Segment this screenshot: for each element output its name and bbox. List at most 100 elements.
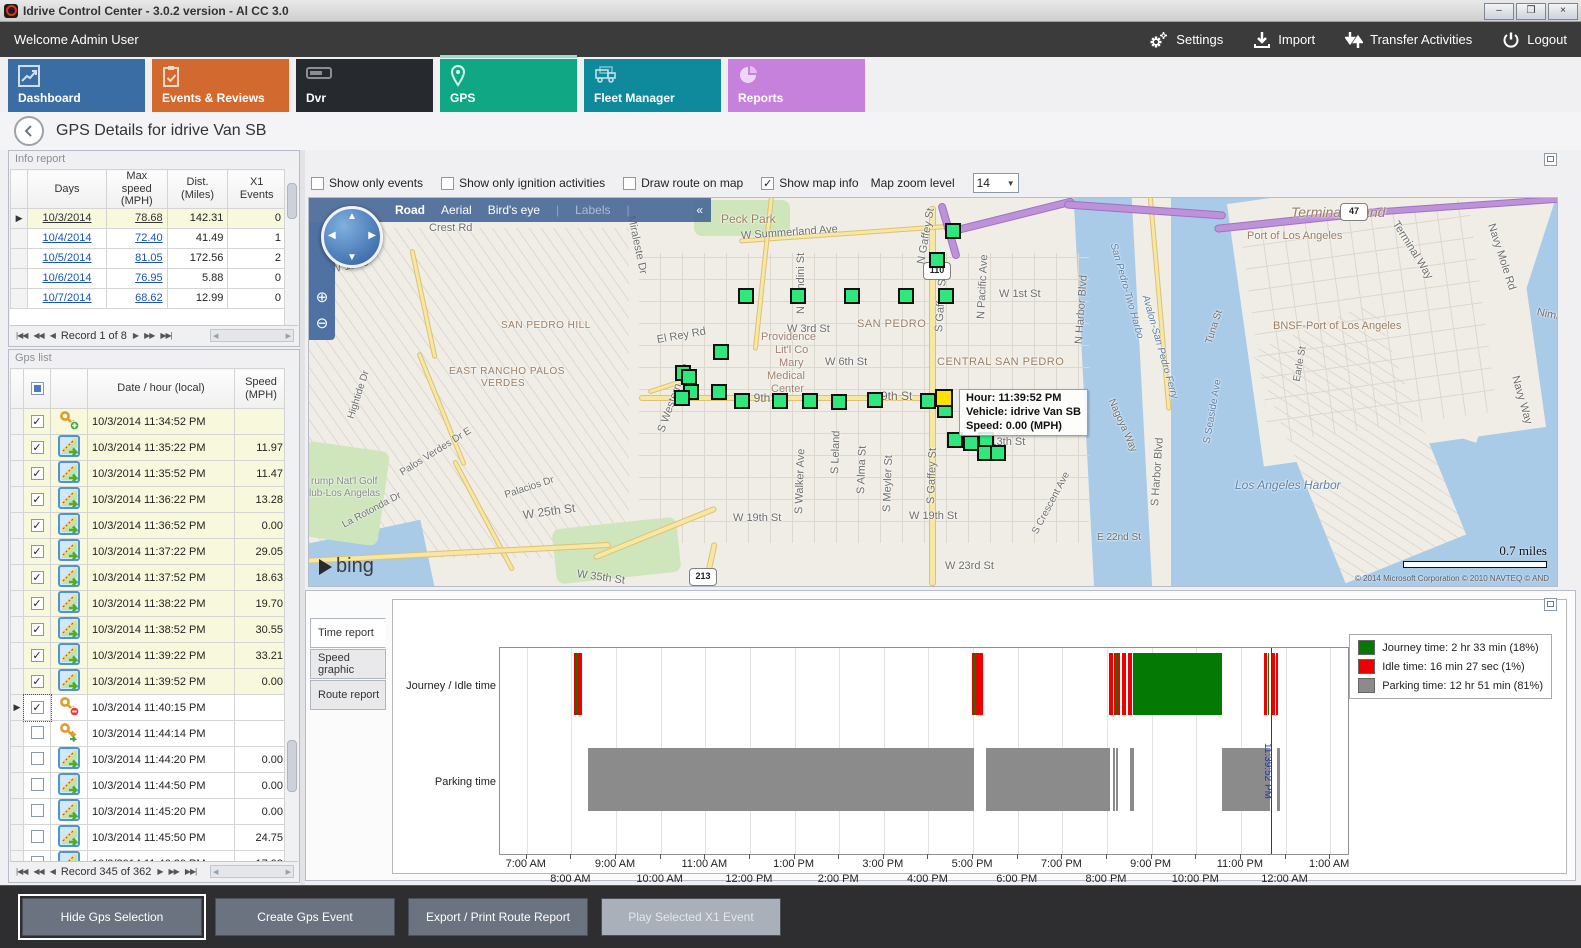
day-link[interactable]: 10/6/2014 [43, 272, 92, 284]
day-link[interactable]: 10/7/2014 [43, 292, 92, 304]
gps-marker[interactable] [844, 288, 860, 304]
gps-marker[interactable] [674, 390, 690, 406]
chart-tab-speed-graphic[interactable]: Speed graphic [310, 649, 386, 679]
pan-down-icon[interactable]: ▼ [347, 252, 357, 263]
tab-gps[interactable]: GPS [440, 59, 577, 112]
nav-next-icon[interactable]: ▶ [133, 331, 138, 340]
nav-prevpage-icon[interactable]: ◀◀ [33, 331, 43, 340]
nav-last-icon[interactable]: ▶▶| [160, 331, 171, 340]
bing-map[interactable]: Peck ParkW Summerland AveCrest RdMirales… [308, 197, 1558, 587]
gps-marker[interactable] [929, 252, 945, 268]
map-option-show-map-info[interactable]: ✓Show map info [761, 176, 858, 190]
topbar-action-transfer-activities[interactable]: Transfer Activities [1345, 30, 1472, 50]
pan-right-icon[interactable]: ▶ [368, 230, 376, 241]
gps-row-checkbox[interactable]: ✓ [31, 675, 44, 688]
map-option-show-only-events[interactable]: Show only events [311, 176, 423, 190]
pan-left-icon[interactable]: ◀ [328, 230, 336, 241]
gps-marker[interactable] [713, 344, 729, 360]
nav-nextpage-icon[interactable]: ▶▶ [144, 331, 154, 340]
gps-marker[interactable] [738, 288, 754, 304]
gps-list-hscroll[interactable]: ◀▶ [210, 865, 294, 878]
gps-marker[interactable] [802, 393, 818, 409]
collapse-chart-panel-button[interactable] [1544, 598, 1557, 611]
gps-marker[interactable] [681, 369, 697, 385]
gps-marker[interactable] [831, 394, 847, 410]
tab-dashboard[interactable]: Dashboard [8, 59, 145, 112]
map-view-labels[interactable]: Labels [575, 203, 610, 217]
topbar-action-import[interactable]: Import [1253, 31, 1315, 49]
play-selected-x1-event-button[interactable]: Play Selected X1 Event [601, 898, 781, 936]
gps-list-vscroll[interactable] [284, 368, 298, 862]
topbar-action-logout[interactable]: Logout [1502, 31, 1567, 49]
map-compass-control[interactable]: ▲ ▼ ◀ ▶ [321, 206, 383, 268]
gps-marker[interactable] [711, 384, 727, 400]
unchecked-checkbox[interactable] [623, 177, 636, 190]
tab-fleet-manager[interactable]: Fleet Manager [584, 59, 721, 112]
nav-first-icon[interactable]: |◀◀ [16, 331, 27, 340]
gps-marker[interactable] [938, 288, 954, 304]
tab-dvr[interactable]: Dvr [296, 59, 433, 112]
tab-events-reviews[interactable]: Events & Reviews [152, 59, 289, 112]
gps-row-checkbox[interactable]: ✓ [31, 571, 44, 584]
gps-row-checkbox[interactable]: ✓ [31, 519, 44, 532]
gps-row-checkbox[interactable]: ✓ [31, 441, 44, 454]
map-option-draw-route-on-map[interactable]: Draw route on map [623, 176, 743, 190]
zoom-in-icon[interactable]: ⊕ [312, 288, 332, 308]
gps-row-checkbox[interactable] [31, 726, 44, 739]
map-view-aerial[interactable]: Aerial [441, 203, 472, 217]
gps-row-checkbox[interactable]: ✓ [31, 467, 44, 480]
checked-checkbox[interactable]: ✓ [761, 177, 774, 190]
selected-gps-marker[interactable] [935, 389, 953, 407]
gps-marker[interactable] [945, 223, 961, 239]
gps-row-checkbox[interactable]: ✓ [31, 597, 44, 610]
select-all-checkbox[interactable] [31, 382, 44, 395]
gps-row-checkbox[interactable]: ✓ [31, 623, 44, 636]
back-button[interactable] [14, 116, 44, 146]
gps-marker[interactable] [920, 393, 936, 409]
gps-marker[interactable] [867, 392, 883, 408]
gps-marker[interactable] [898, 288, 914, 304]
gps-row-checkbox[interactable]: ✓ [31, 493, 44, 506]
info-report-vscroll[interactable] [284, 169, 298, 326]
gps-marker[interactable] [772, 393, 788, 409]
gps-row-checkbox[interactable] [31, 778, 44, 791]
map-view-road[interactable]: Road [395, 203, 425, 217]
collapse-map-panel-button[interactable] [1544, 153, 1557, 166]
export-print-route-report-button[interactable]: Export / Print Route Report [408, 898, 588, 936]
gps-row-checkbox[interactable] [31, 752, 44, 765]
chart-tab-time-report[interactable]: Time report [310, 618, 386, 648]
unchecked-checkbox[interactable] [311, 177, 324, 190]
day-link[interactable]: 10/3/2014 [43, 212, 92, 224]
nav-prev-icon[interactable]: ◀ [50, 867, 55, 876]
chart-tab-route-report[interactable]: Route report [310, 680, 386, 710]
map-zoom-level-select[interactable]: 14▼ [973, 173, 1019, 193]
maximize-button[interactable]: ❒ [1516, 3, 1546, 20]
hide-gps-selection-button[interactable]: Hide Gps Selection [22, 898, 202, 936]
gps-row-checkbox[interactable] [31, 830, 44, 843]
gps-row-checkbox[interactable] [31, 804, 44, 817]
nav-prevpage-icon[interactable]: ◀◀ [33, 867, 43, 876]
gps-row-checkbox[interactable]: ✓ [31, 415, 44, 428]
topbar-action-settings[interactable]: Settings [1147, 30, 1223, 50]
map-toolbar-collapse-icon[interactable]: « [696, 203, 703, 217]
maxspeed-link[interactable]: 72.40 [135, 232, 163, 244]
maxspeed-link[interactable]: 81.05 [135, 252, 163, 264]
map-option-show-only-ignition-activities[interactable]: Show only ignition activities [441, 176, 605, 190]
maxspeed-link[interactable]: 68.62 [135, 292, 163, 304]
nav-prev-icon[interactable]: ◀ [50, 331, 55, 340]
create-gps-event-button[interactable]: Create Gps Event [215, 898, 395, 936]
nav-next-icon[interactable]: ▶ [157, 867, 162, 876]
nav-first-icon[interactable]: |◀◀ [16, 867, 27, 876]
gps-row-checkbox[interactable]: ✓ [31, 701, 44, 714]
zoom-out-icon[interactable]: ⊖ [312, 314, 332, 334]
nav-nextpage-icon[interactable]: ▶▶ [169, 867, 179, 876]
nav-last-icon[interactable]: ▶▶| [185, 867, 196, 876]
close-button[interactable]: × [1548, 3, 1578, 20]
gps-marker[interactable] [990, 445, 1006, 461]
gps-marker[interactable] [734, 393, 750, 409]
maxspeed-link[interactable]: 76.95 [135, 272, 163, 284]
gps-row-checkbox[interactable]: ✓ [31, 649, 44, 662]
maxspeed-link[interactable]: 78.68 [135, 212, 163, 224]
info-report-hscroll[interactable]: ◀▶ [210, 329, 294, 342]
unchecked-checkbox[interactable] [441, 177, 454, 190]
